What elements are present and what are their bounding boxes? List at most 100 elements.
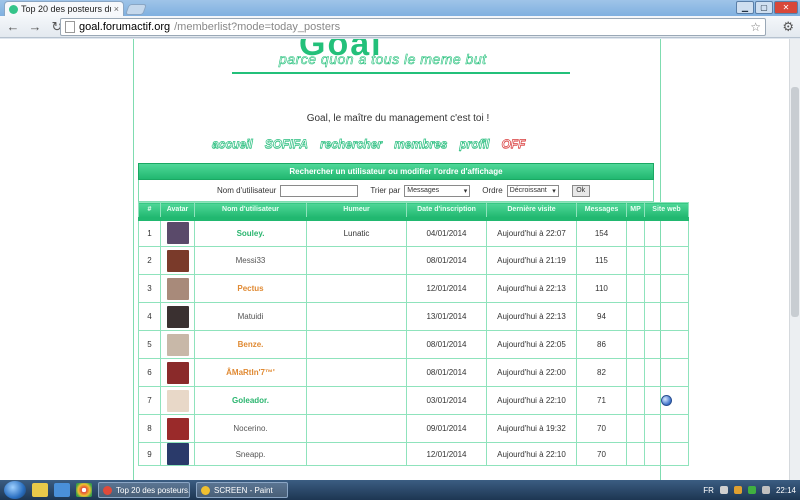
tab-close-icon[interactable]: × <box>114 4 119 14</box>
forum-page: Goal parce quon a tous le meme but Goal,… <box>133 39 689 480</box>
avatar[interactable] <box>166 222 189 245</box>
nav-membres[interactable]: membres <box>394 137 448 152</box>
network-icon[interactable] <box>747 486 756 494</box>
username-link[interactable]: Pectus <box>237 284 263 293</box>
website-cell <box>644 330 689 359</box>
table-row: 2 Messi33 08/01/2014 Aujourd'hui à 21:19 115 <box>138 246 689 275</box>
start-button[interactable] <box>4 481 26 499</box>
volume-icon[interactable] <box>761 486 770 494</box>
mood-cell <box>306 246 407 275</box>
vertical-scrollbar[interactable] <box>789 39 800 480</box>
back-arrow-icon[interactable]: ← <box>4 18 22 36</box>
dropdown-arrow-icon: ▾ <box>552 187 556 195</box>
messages-cell: 71 <box>576 386 627 415</box>
minimize-button[interactable]: ▁ <box>736 1 754 14</box>
taskbar-paint-window[interactable]: SCREEN - Paint <box>196 482 288 498</box>
browser-tab[interactable]: Top 20 des posteurs du jo × <box>4 1 124 16</box>
new-tab-button[interactable] <box>124 4 148 15</box>
col-messages[interactable]: Messages <box>576 202 627 221</box>
rank-cell: 1 <box>138 218 161 247</box>
col-last-visit[interactable]: Dernière visite <box>486 202 577 221</box>
taskbar-chrome-window[interactable]: Top 20 des posteurs... <box>98 482 190 498</box>
avatar[interactable] <box>166 305 189 328</box>
mood-cell: Lunatic <box>306 218 407 247</box>
messages-cell: 70 <box>576 414 627 443</box>
ok-button[interactable]: Ok <box>571 184 590 197</box>
avatar[interactable] <box>166 249 189 272</box>
username-cell: Pectus <box>194 274 307 303</box>
avatar[interactable] <box>166 443 189 465</box>
task-label: SCREEN - Paint <box>214 485 273 495</box>
nav-profil[interactable]: profil <box>459 137 490 152</box>
col-joined[interactable]: Date d'inscription <box>406 202 487 221</box>
nav-off[interactable]: OFF <box>501 137 526 152</box>
browser-toolbar: ← → ↻ goal.forumactif.org/memberlist?mod… <box>0 16 800 38</box>
wrench-menu-icon[interactable]: ⚙ <box>782 19 794 35</box>
rank-cell: 9 <box>138 442 161 466</box>
username-link[interactable]: ÂMaRtIn'7™' <box>226 368 275 377</box>
username-link[interactable]: Souley. <box>237 229 265 238</box>
username-input[interactable] <box>280 184 359 197</box>
avatar[interactable] <box>166 389 189 412</box>
mp-cell <box>626 358 645 387</box>
order-select[interactable]: Décroissant ▾ <box>506 184 559 197</box>
close-window-button[interactable]: ✕ <box>774 1 798 14</box>
bookmark-star-icon[interactable]: ☆ <box>750 20 761 34</box>
website-globe-icon[interactable] <box>661 395 672 406</box>
nav-rechercher[interactable]: rechercher <box>320 137 383 152</box>
joined-cell: 03/01/2014 <box>406 386 487 415</box>
username-link[interactable]: Matuidi <box>238 312 264 321</box>
forward-arrow-icon[interactable]: → <box>26 18 44 36</box>
clock[interactable]: 22:14 <box>776 486 796 495</box>
website-cell <box>644 246 689 275</box>
tray-icon[interactable] <box>719 486 728 494</box>
nav-sofifa[interactable]: SOFIFA <box>264 137 308 152</box>
username-link[interactable]: Nocerino. <box>233 424 267 433</box>
avatar[interactable] <box>166 277 189 300</box>
last-visit-cell: Aujourd'hui à 22:13 <box>486 302 577 331</box>
sort-select[interactable]: Messages ▾ <box>404 184 471 197</box>
mp-cell <box>626 218 645 247</box>
sort-select-value: Messages <box>407 187 440 194</box>
col-username[interactable]: Nom d'utilisateur <box>194 202 307 221</box>
avatar-cell <box>160 302 195 331</box>
table-row: 6 ÂMaRtIn'7™' 08/01/2014 Aujourd'hui à 22:0… <box>138 358 689 387</box>
scrollbar-thumb[interactable] <box>791 87 799 317</box>
maximize-button[interactable]: ▢ <box>755 1 773 14</box>
username-link[interactable]: Goleador. <box>232 396 269 405</box>
table-row: 5 Benze. 08/01/2014 Aujourd'hui à 22:05 86 <box>138 330 689 359</box>
username-cell: Nocerino. <box>194 414 307 443</box>
paint-icon <box>201 485 210 495</box>
messages-cell: 82 <box>576 358 627 387</box>
avatar-cell <box>160 246 195 275</box>
avatar[interactable] <box>166 361 189 384</box>
joined-cell: 08/01/2014 <box>406 358 487 387</box>
nav-accueil[interactable]: accueil <box>212 137 253 152</box>
username-link[interactable]: Benze. <box>238 340 264 349</box>
username-cell: Goleador. <box>194 386 307 415</box>
site-slogan: parce quon a tous le meme but <box>279 51 487 68</box>
language-indicator[interactable]: FR <box>703 486 714 495</box>
avatar-cell <box>160 274 195 303</box>
username-link[interactable]: Sneapp. <box>236 450 266 459</box>
rank-cell: 6 <box>138 358 161 387</box>
address-bar[interactable]: goal.forumactif.org/memberlist?mode=toda… <box>60 18 766 36</box>
table-row: 9 Sneapp. 12/01/2014 Aujourd'hui à 22:10 70 <box>138 442 689 466</box>
table-row: 8 Nocerino. 09/01/2014 Aujourd'hui à 19:32 7… <box>138 414 689 443</box>
col-rank[interactable]: # <box>138 202 161 221</box>
username-cell: Sneapp. <box>194 442 307 466</box>
avatar[interactable] <box>166 417 189 440</box>
avatar[interactable] <box>166 333 189 356</box>
website-cell <box>644 442 689 466</box>
explorer-icon[interactable] <box>32 483 48 497</box>
mood-cell <box>306 302 407 331</box>
avatar-cell <box>160 330 195 359</box>
mp-cell <box>626 246 645 275</box>
tray-icon[interactable] <box>733 486 742 494</box>
username-link[interactable]: Messi33 <box>236 256 266 265</box>
username-cell: Souley. <box>194 218 307 247</box>
media-player-icon[interactable] <box>54 483 70 497</box>
chrome-icon[interactable] <box>76 483 92 497</box>
col-website[interactable]: Site web <box>644 202 689 221</box>
mood-cell <box>306 414 407 443</box>
